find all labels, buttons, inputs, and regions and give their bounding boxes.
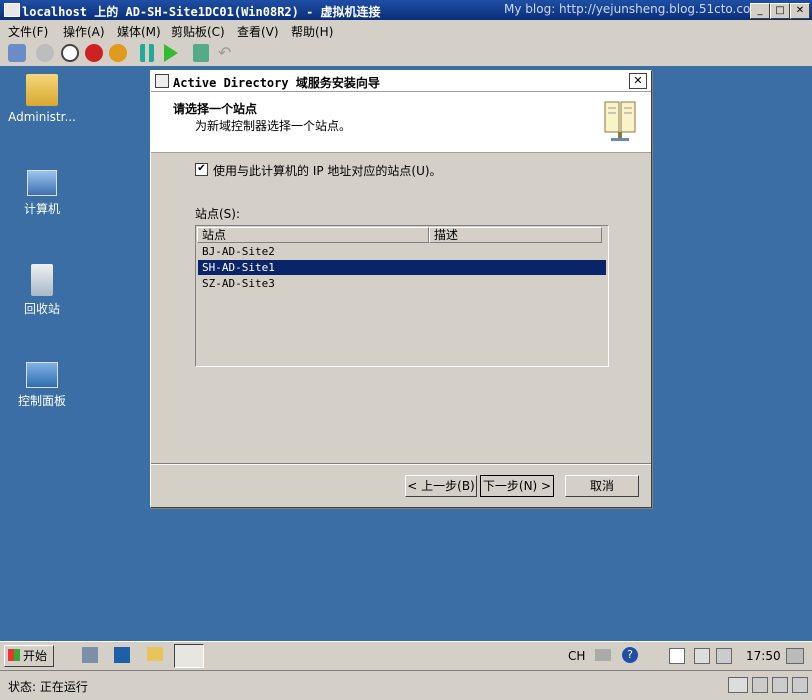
network-icon[interactable] — [694, 648, 710, 664]
vm-status: 状态: 正在运行 — [8, 680, 88, 694]
toolbar: ↶ — [0, 40, 812, 67]
desktop-icon-label: 回收站 — [23, 302, 60, 316]
site-list[interactable]: 站点 描述 BJ-AD-Site2 SH-AD-Site1 SZ-AD-Site… — [195, 225, 609, 367]
use-ip-site-checkbox-label[interactable]: 使用与此计算机的 IP 地址对应的站点(U)。 — [213, 162, 442, 179]
maximize-button[interactable]: □ — [770, 3, 790, 19]
reset-icon[interactable] — [164, 44, 178, 62]
turn-off-icon[interactable] — [61, 44, 79, 62]
book-icon — [604, 101, 636, 141]
windows-logo-icon — [8, 649, 20, 661]
dialog-titlebar: Active Directory 域服务安装向导 ✕ — [151, 71, 651, 92]
recycle-bin-icon — [31, 264, 53, 296]
power-icon[interactable] — [109, 44, 127, 62]
show-desktop-icon[interactable] — [786, 648, 804, 664]
site-list-label: 站点(S): — [195, 207, 241, 221]
next-button[interactable]: 下一步(N) > — [480, 475, 554, 497]
wizard-icon — [155, 74, 169, 88]
wizard-step-subtitle: 为新域控制器选择一个站点。 — [195, 119, 352, 133]
menu-view[interactable]: 查看(V) — [237, 23, 279, 40]
server-manager-icon[interactable] — [82, 647, 98, 663]
dialog-close-button[interactable]: ✕ — [629, 73, 647, 89]
status-bar: 状态: 正在运行 — [0, 670, 812, 700]
menu-help[interactable]: 帮助(H) — [291, 23, 333, 40]
ctrl-alt-del-icon[interactable] — [8, 44, 26, 62]
site-row[interactable]: SZ-AD-Site3 — [198, 276, 606, 291]
column-header-description[interactable]: 描述 — [429, 227, 602, 243]
cancel-button[interactable]: 取消 — [565, 475, 639, 497]
desktop-icon-label: 控制面板 — [17, 394, 66, 408]
window-titlebar: localhost 上的 AD-SH-Site1DC01(Win08R2) - … — [0, 0, 812, 20]
lock-icon — [752, 677, 768, 693]
footer-divider — [151, 463, 651, 465]
blog-watermark: My blog: http://yejunsheng.blog.51cto.co… — [504, 2, 762, 16]
revert-icon[interactable]: ↶ — [218, 44, 234, 62]
menu-bar: 文件(F) 操作(A) 媒体(M) 剪贴板(C) 查看(V) 帮助(H) — [0, 20, 812, 40]
computer-icon — [27, 170, 57, 196]
minimize-button[interactable]: _ — [750, 3, 770, 19]
shutdown-icon[interactable] — [85, 44, 103, 62]
menu-media[interactable]: 媒体(M) — [117, 23, 161, 40]
explorer-icon[interactable] — [147, 647, 163, 661]
use-ip-site-checkbox[interactable]: ✔ — [195, 163, 208, 176]
wizard-header: 请选择一个站点 为新域控制器选择一个站点。 — [151, 92, 651, 153]
desktop-icon-administrator[interactable]: Administr... — [2, 74, 82, 124]
snapshot-icon[interactable] — [193, 44, 209, 62]
menu-file[interactable]: 文件(F) — [8, 23, 48, 40]
start-icon[interactable] — [36, 44, 54, 62]
desktop-icon-computer[interactable]: 计算机 — [2, 170, 82, 217]
desktop-icon-control-panel[interactable]: 控制面板 — [2, 362, 82, 409]
keyboard-icon[interactable] — [595, 649, 611, 661]
clock[interactable]: 17:50 — [746, 649, 781, 663]
desktop-icon-label: 计算机 — [23, 202, 60, 216]
action-center-flag-icon[interactable] — [669, 648, 685, 664]
user-folder-icon — [26, 74, 58, 106]
ad-ds-install-wizard: Active Directory 域服务安装向导 ✕ 请选择一个站点 为新域控制… — [150, 70, 652, 508]
desktop-icon-label: Administr... — [8, 110, 76, 124]
wizard-step-title: 请选择一个站点 — [173, 102, 258, 116]
help-icon[interactable]: ? — [622, 647, 638, 663]
keyboard-status-icon — [728, 677, 748, 693]
volume-muted-icon[interactable] — [716, 648, 732, 664]
control-panel-icon — [26, 362, 58, 388]
desktop-icon-recycle-bin[interactable]: 回收站 — [2, 264, 82, 317]
powershell-icon[interactable] — [114, 647, 130, 663]
back-button[interactable]: < 上一步(B) — [405, 475, 477, 497]
disk-status-icon — [792, 677, 808, 693]
taskbar: 开始 CH ? 17:50 — [0, 641, 812, 670]
window-title: localhost 上的 AD-SH-Site1DC01(Win08R2) - … — [22, 5, 381, 19]
site-row[interactable]: BJ-AD-Site2 — [198, 244, 606, 259]
close-button[interactable]: ✕ — [790, 3, 810, 19]
menu-clipboard[interactable]: 剪贴板(C) — [171, 23, 225, 40]
start-button-label: 开始 — [23, 649, 48, 663]
mouse-status-icon — [772, 677, 788, 693]
language-indicator[interactable]: CH — [568, 649, 585, 663]
dialog-title: Active Directory 域服务安装向导 — [173, 76, 380, 90]
pause-icon[interactable] — [140, 44, 154, 62]
menu-action[interactable]: 操作(A) — [63, 23, 105, 40]
wizard-taskbar-button[interactable] — [174, 644, 204, 668]
column-header-site[interactable]: 站点 — [197, 227, 429, 243]
vm-connection-icon — [4, 3, 20, 17]
site-row-selected[interactable]: SH-AD-Site1 — [198, 260, 606, 275]
start-button[interactable]: 开始 — [4, 645, 54, 667]
